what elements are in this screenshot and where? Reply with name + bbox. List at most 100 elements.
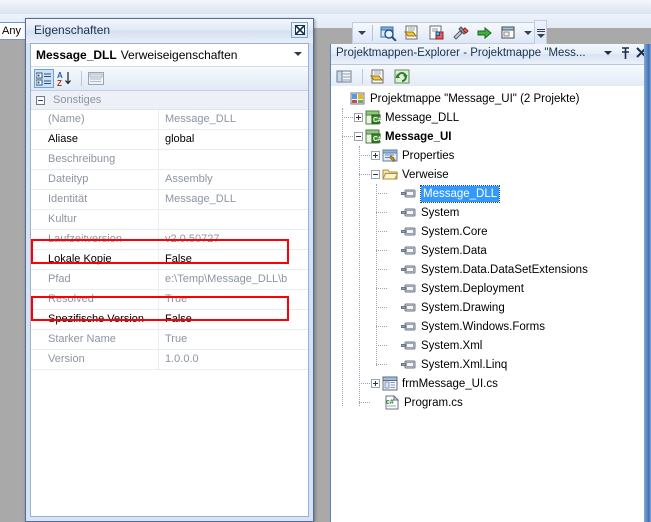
alphabetical-sort-button[interactable]: A Z [56, 69, 76, 88]
tree-connector-line [376, 307, 387, 308]
property-row[interactable]: (Name) Message_DLL [31, 110, 308, 130]
reference-icon [401, 205, 418, 221]
search-folder-icon[interactable] [378, 23, 399, 43]
property-value[interactable]: e:\Temp\Message_DLL\b [159, 270, 308, 289]
window-icon[interactable] [498, 23, 519, 43]
tree-connector-line [376, 250, 387, 251]
property-name: Kultur [31, 210, 159, 229]
tree-node[interactable]: Projektmappe "Message_UI" (2 Projekte) [331, 89, 644, 108]
property-name: Version [31, 350, 159, 369]
chevron-down-icon[interactable] [604, 46, 613, 60]
expand-icon[interactable] [371, 151, 380, 160]
tree-node[interactable]: C# Message_UI [331, 127, 644, 146]
refresh-icon[interactable] [393, 67, 414, 86]
tree-node[interactable]: Properties [331, 146, 644, 165]
toolbar-overflow-arrow-icon[interactable] [356, 25, 367, 41]
tree-node-label: System.Data [421, 244, 487, 257]
property-row[interactable]: Kultur [31, 210, 308, 230]
tree-node-label: Message_UI [385, 130, 452, 143]
property-pages-icon[interactable] [426, 23, 447, 43]
tree-node[interactable]: C# Message_DLL [331, 108, 644, 127]
solution-explorer-panel: Projektmappen-Explorer - Projektmappe "M… [330, 44, 651, 522]
property-row[interactable]: Resolved True [31, 290, 308, 310]
tree-node-label: System.Xml.Linq [421, 358, 508, 371]
property-name: Identität [31, 190, 159, 209]
svg-text:C#: C# [373, 117, 381, 124]
close-icon[interactable] [291, 22, 308, 38]
tools-hammer-icon[interactable] [450, 23, 471, 43]
tree-node-label: System.Windows.Forms [421, 320, 545, 333]
ide-toolbar[interactable] [352, 22, 547, 44]
property-value[interactable]: global [159, 130, 308, 149]
properties-icon[interactable] [335, 67, 356, 86]
property-row[interactable]: Lokale Kopie False [31, 250, 308, 270]
green-arrow-icon[interactable] [474, 23, 495, 43]
expand-icon[interactable] [371, 379, 380, 388]
property-name: Starker Name [31, 330, 159, 349]
property-value[interactable]: False [159, 310, 308, 329]
tree-node-label: Verweise [402, 168, 449, 181]
property-row[interactable]: Aliase global [31, 130, 308, 150]
document-icon[interactable] [402, 23, 423, 43]
tree-connector-line [376, 269, 387, 270]
properties-window-title: Eigenschaften [34, 23, 111, 37]
property-value[interactable]: v2.0.50727 [159, 230, 308, 249]
property-value[interactable] [159, 210, 308, 229]
tree-connector-line [376, 212, 387, 213]
property-name: Resolved [31, 290, 159, 309]
tree-node[interactable]: frmMessage_UI.cs [331, 374, 644, 393]
pin-icon[interactable] [620, 46, 629, 60]
tree-connector-line [359, 402, 370, 403]
property-row[interactable]: Version 1.0.0.0 [31, 350, 308, 370]
toolbar-dropdown-arrow-icon[interactable] [522, 25, 533, 41]
properties-grid[interactable]: Sonstiges (Name) Message_DLL Aliase global B… [31, 91, 308, 516]
property-value[interactable] [159, 150, 308, 169]
collapse-icon[interactable] [354, 132, 363, 141]
properties-category-row[interactable]: Sonstiges [31, 91, 308, 110]
property-pages-button[interactable] [87, 69, 107, 88]
property-value[interactable]: Message_DLL [159, 110, 308, 129]
property-value[interactable]: False [159, 250, 308, 269]
toolbar-overflow-button[interactable] [534, 20, 547, 46]
solution-tree[interactable]: Projektmappe "Message_UI" (2 Projekte) C#… [331, 86, 644, 522]
tree-connector-line [359, 174, 370, 175]
property-value[interactable]: 1.0.0.0 [159, 350, 308, 369]
tree-node-label: System.Deployment [421, 282, 524, 295]
property-value[interactable]: True [159, 330, 308, 349]
tree-node-label: Projektmappe "Message_UI" (2 Projekte) [370, 92, 580, 105]
property-row[interactable]: Spezifische Version False [31, 310, 308, 330]
property-row[interactable]: Dateityp Assembly [31, 170, 308, 190]
csharp-file-icon: c# [384, 394, 401, 411]
property-row[interactable]: Laufzeitversion v2.0.50727 [31, 230, 308, 250]
reference-icon [401, 281, 418, 297]
solution-icon [350, 91, 367, 107]
platform-combo[interactable]: Any [0, 22, 28, 40]
chevron-down-icon[interactable] [294, 52, 302, 56]
property-row[interactable]: Beschreibung [31, 150, 308, 170]
property-value[interactable]: Assembly [159, 170, 308, 189]
tree-node-label: System.Core [421, 225, 488, 238]
property-value[interactable]: True [159, 290, 308, 309]
categorized-view-button[interactable] [34, 69, 54, 88]
property-value[interactable]: Message_DLL [159, 190, 308, 209]
solution-explorer-titlebar[interactable]: Projektmappen-Explorer - Projektmappe "M… [331, 44, 651, 65]
property-name: Spezifische Version [31, 310, 159, 329]
collapse-icon[interactable] [371, 170, 380, 179]
show-all-files-icon[interactable] [369, 67, 390, 86]
property-row[interactable]: Pfad e:\Temp\Message_DLL\b [31, 270, 308, 290]
property-row[interactable]: Starker Name True [31, 330, 308, 350]
reference-icon [401, 300, 418, 316]
properties-object-selector[interactable]: Message_DLL Verweiseigenschaften [31, 44, 308, 67]
collapse-icon[interactable] [36, 95, 45, 105]
expand-icon[interactable] [354, 113, 363, 122]
properties-titlebar[interactable]: Eigenschaften [26, 19, 313, 43]
tree-node[interactable]: Verweise [331, 165, 644, 184]
property-row[interactable]: Identität Message_DLL [31, 190, 308, 210]
reference-icon [401, 224, 418, 240]
tree-node-label: System.Data.DataSetExtensions [421, 263, 588, 276]
reference-icon [401, 243, 418, 259]
tree-node[interactable]: c# Program.cs [331, 393, 644, 412]
solution-explorer-titlebar-buttons [604, 46, 647, 60]
